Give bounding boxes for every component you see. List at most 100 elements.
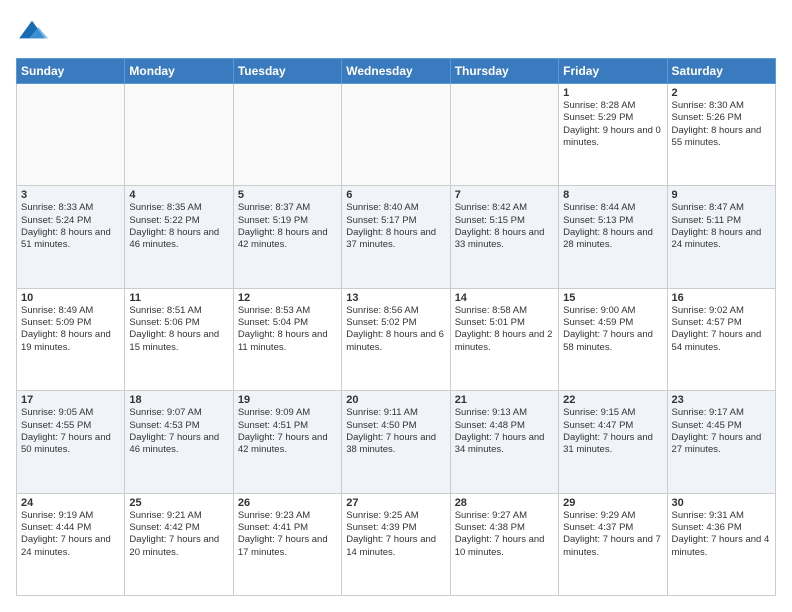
calendar-week-1: 1Sunrise: 8:28 AM Sunset: 5:29 PM Daylig… <box>17 84 776 186</box>
calendar-cell <box>233 84 341 186</box>
day-info: Sunrise: 9:09 AM Sunset: 4:51 PM Dayligh… <box>238 407 337 456</box>
calendar-cell: 20Sunrise: 9:11 AM Sunset: 4:50 PM Dayli… <box>342 391 450 493</box>
day-number: 10 <box>21 292 120 304</box>
calendar-cell <box>450 84 558 186</box>
calendar-cell: 13Sunrise: 8:56 AM Sunset: 5:02 PM Dayli… <box>342 288 450 390</box>
day-number: 28 <box>455 497 554 509</box>
day-number: 9 <box>672 189 771 201</box>
day-number: 2 <box>672 87 771 99</box>
day-number: 14 <box>455 292 554 304</box>
day-number: 3 <box>21 189 120 201</box>
calendar-cell: 19Sunrise: 9:09 AM Sunset: 4:51 PM Dayli… <box>233 391 341 493</box>
day-number: 22 <box>563 394 662 406</box>
day-number: 7 <box>455 189 554 201</box>
day-info: Sunrise: 9:05 AM Sunset: 4:55 PM Dayligh… <box>21 407 120 456</box>
calendar-cell: 26Sunrise: 9:23 AM Sunset: 4:41 PM Dayli… <box>233 493 341 595</box>
calendar-cell <box>342 84 450 186</box>
calendar-header-saturday: Saturday <box>667 59 775 84</box>
calendar-cell: 17Sunrise: 9:05 AM Sunset: 4:55 PM Dayli… <box>17 391 125 493</box>
calendar-week-3: 10Sunrise: 8:49 AM Sunset: 5:09 PM Dayli… <box>17 288 776 390</box>
day-info: Sunrise: 9:13 AM Sunset: 4:48 PM Dayligh… <box>455 407 554 456</box>
day-number: 30 <box>672 497 771 509</box>
calendar-cell: 1Sunrise: 8:28 AM Sunset: 5:29 PM Daylig… <box>559 84 667 186</box>
day-info: Sunrise: 9:23 AM Sunset: 4:41 PM Dayligh… <box>238 510 337 559</box>
day-info: Sunrise: 9:11 AM Sunset: 4:50 PM Dayligh… <box>346 407 445 456</box>
calendar-cell: 16Sunrise: 9:02 AM Sunset: 4:57 PM Dayli… <box>667 288 775 390</box>
calendar: SundayMondayTuesdayWednesdayThursdayFrid… <box>16 58 776 596</box>
calendar-cell: 12Sunrise: 8:53 AM Sunset: 5:04 PM Dayli… <box>233 288 341 390</box>
day-info: Sunrise: 9:19 AM Sunset: 4:44 PM Dayligh… <box>21 510 120 559</box>
calendar-cell: 27Sunrise: 9:25 AM Sunset: 4:39 PM Dayli… <box>342 493 450 595</box>
calendar-cell: 8Sunrise: 8:44 AM Sunset: 5:13 PM Daylig… <box>559 186 667 288</box>
calendar-cell: 30Sunrise: 9:31 AM Sunset: 4:36 PM Dayli… <box>667 493 775 595</box>
day-number: 18 <box>129 394 228 406</box>
calendar-header-tuesday: Tuesday <box>233 59 341 84</box>
day-info: Sunrise: 9:29 AM Sunset: 4:37 PM Dayligh… <box>563 510 662 559</box>
day-info: Sunrise: 8:33 AM Sunset: 5:24 PM Dayligh… <box>21 202 120 251</box>
day-info: Sunrise: 9:02 AM Sunset: 4:57 PM Dayligh… <box>672 305 771 354</box>
day-info: Sunrise: 9:17 AM Sunset: 4:45 PM Dayligh… <box>672 407 771 456</box>
day-number: 12 <box>238 292 337 304</box>
day-info: Sunrise: 8:44 AM Sunset: 5:13 PM Dayligh… <box>563 202 662 251</box>
day-number: 24 <box>21 497 120 509</box>
day-number: 6 <box>346 189 445 201</box>
day-info: Sunrise: 9:21 AM Sunset: 4:42 PM Dayligh… <box>129 510 228 559</box>
calendar-cell: 23Sunrise: 9:17 AM Sunset: 4:45 PM Dayli… <box>667 391 775 493</box>
day-info: Sunrise: 9:00 AM Sunset: 4:59 PM Dayligh… <box>563 305 662 354</box>
day-number: 21 <box>455 394 554 406</box>
day-info: Sunrise: 8:35 AM Sunset: 5:22 PM Dayligh… <box>129 202 228 251</box>
day-number: 4 <box>129 189 228 201</box>
day-number: 29 <box>563 497 662 509</box>
header <box>16 16 776 48</box>
calendar-header-row: SundayMondayTuesdayWednesdayThursdayFrid… <box>17 59 776 84</box>
day-info: Sunrise: 9:07 AM Sunset: 4:53 PM Dayligh… <box>129 407 228 456</box>
calendar-cell: 9Sunrise: 8:47 AM Sunset: 5:11 PM Daylig… <box>667 186 775 288</box>
day-info: Sunrise: 8:40 AM Sunset: 5:17 PM Dayligh… <box>346 202 445 251</box>
calendar-cell: 25Sunrise: 9:21 AM Sunset: 4:42 PM Dayli… <box>125 493 233 595</box>
day-info: Sunrise: 8:56 AM Sunset: 5:02 PM Dayligh… <box>346 305 445 354</box>
day-info: Sunrise: 9:27 AM Sunset: 4:38 PM Dayligh… <box>455 510 554 559</box>
day-number: 17 <box>21 394 120 406</box>
calendar-cell: 15Sunrise: 9:00 AM Sunset: 4:59 PM Dayli… <box>559 288 667 390</box>
calendar-week-5: 24Sunrise: 9:19 AM Sunset: 4:44 PM Dayli… <box>17 493 776 595</box>
page: SundayMondayTuesdayWednesdayThursdayFrid… <box>0 0 792 612</box>
day-info: Sunrise: 9:25 AM Sunset: 4:39 PM Dayligh… <box>346 510 445 559</box>
day-info: Sunrise: 9:15 AM Sunset: 4:47 PM Dayligh… <box>563 407 662 456</box>
calendar-header-sunday: Sunday <box>17 59 125 84</box>
day-info: Sunrise: 8:30 AM Sunset: 5:26 PM Dayligh… <box>672 100 771 149</box>
day-info: Sunrise: 8:51 AM Sunset: 5:06 PM Dayligh… <box>129 305 228 354</box>
calendar-week-4: 17Sunrise: 9:05 AM Sunset: 4:55 PM Dayli… <box>17 391 776 493</box>
calendar-header-wednesday: Wednesday <box>342 59 450 84</box>
day-number: 5 <box>238 189 337 201</box>
calendar-cell: 6Sunrise: 8:40 AM Sunset: 5:17 PM Daylig… <box>342 186 450 288</box>
calendar-header-monday: Monday <box>125 59 233 84</box>
calendar-cell <box>17 84 125 186</box>
day-number: 8 <box>563 189 662 201</box>
day-number: 27 <box>346 497 445 509</box>
logo <box>16 16 52 48</box>
calendar-header-friday: Friday <box>559 59 667 84</box>
day-number: 16 <box>672 292 771 304</box>
day-info: Sunrise: 8:47 AM Sunset: 5:11 PM Dayligh… <box>672 202 771 251</box>
day-number: 20 <box>346 394 445 406</box>
calendar-cell: 24Sunrise: 9:19 AM Sunset: 4:44 PM Dayli… <box>17 493 125 595</box>
calendar-week-2: 3Sunrise: 8:33 AM Sunset: 5:24 PM Daylig… <box>17 186 776 288</box>
day-info: Sunrise: 8:42 AM Sunset: 5:15 PM Dayligh… <box>455 202 554 251</box>
calendar-cell: 3Sunrise: 8:33 AM Sunset: 5:24 PM Daylig… <box>17 186 125 288</box>
calendar-cell <box>125 84 233 186</box>
day-number: 23 <box>672 394 771 406</box>
day-number: 1 <box>563 87 662 99</box>
calendar-cell: 4Sunrise: 8:35 AM Sunset: 5:22 PM Daylig… <box>125 186 233 288</box>
calendar-cell: 5Sunrise: 8:37 AM Sunset: 5:19 PM Daylig… <box>233 186 341 288</box>
day-number: 11 <box>129 292 228 304</box>
calendar-cell: 29Sunrise: 9:29 AM Sunset: 4:37 PM Dayli… <box>559 493 667 595</box>
day-info: Sunrise: 8:49 AM Sunset: 5:09 PM Dayligh… <box>21 305 120 354</box>
calendar-cell: 11Sunrise: 8:51 AM Sunset: 5:06 PM Dayli… <box>125 288 233 390</box>
calendar-cell: 2Sunrise: 8:30 AM Sunset: 5:26 PM Daylig… <box>667 84 775 186</box>
day-number: 25 <box>129 497 228 509</box>
calendar-cell: 22Sunrise: 9:15 AM Sunset: 4:47 PM Dayli… <box>559 391 667 493</box>
day-info: Sunrise: 8:37 AM Sunset: 5:19 PM Dayligh… <box>238 202 337 251</box>
day-number: 15 <box>563 292 662 304</box>
calendar-cell: 18Sunrise: 9:07 AM Sunset: 4:53 PM Dayli… <box>125 391 233 493</box>
day-info: Sunrise: 8:53 AM Sunset: 5:04 PM Dayligh… <box>238 305 337 354</box>
